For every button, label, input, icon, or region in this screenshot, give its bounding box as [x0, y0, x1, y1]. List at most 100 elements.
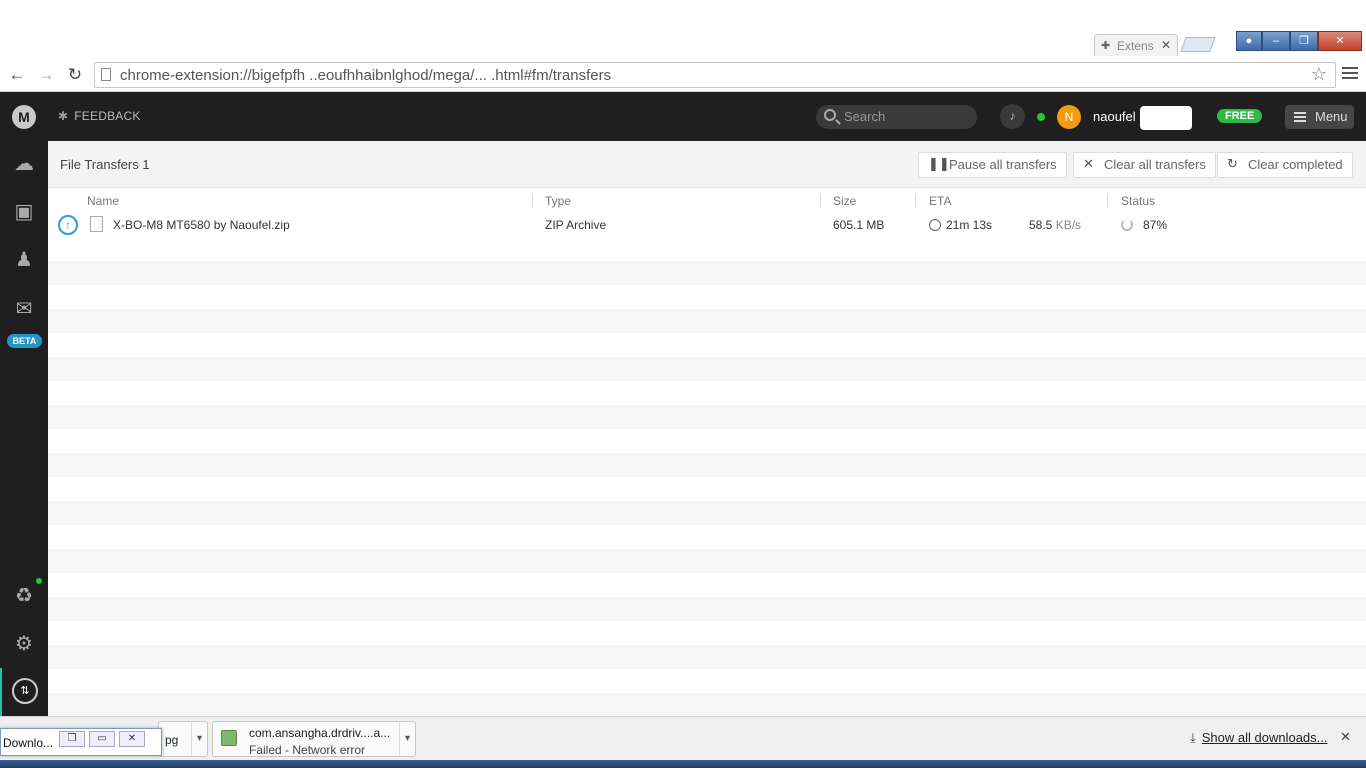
show-all-downloads-link[interactable]: ⤓ Show all downloads... — [1190, 730, 1328, 746]
transfer-list: ↑ X-BO-M8 MT6580 by Naoufel.zip ZIP Arch… — [48, 213, 1366, 717]
chat-icon[interactable]: ✉ — [0, 289, 48, 329]
file-size: 605.1 MB — [833, 218, 885, 232]
column-status[interactable]: Status — [1121, 194, 1155, 208]
clear-all-label: Clear all transfers — [1104, 157, 1206, 172]
close-icon[interactable]: ✕ — [119, 731, 145, 747]
status-value: 87% — [1143, 218, 1168, 232]
contacts-icon[interactable]: ♟ — [0, 240, 48, 280]
bug-icon: ✱ — [58, 109, 69, 123]
status-cell: 87% — [1121, 218, 1167, 232]
new-tab-button[interactable] — [1180, 37, 1216, 52]
file-type: ZIP Archive — [545, 218, 607, 232]
clear-completed-label: Clear completed — [1248, 157, 1343, 172]
chevron-down-icon[interactable]: ▾ — [399, 722, 415, 756]
url-text: chrome-extension://bigefpfh ..eoufhhaibn… — [120, 67, 612, 84]
transfers-icon: ⇅ — [12, 678, 38, 704]
browser-toolbar: ← → ↻ chrome-extension://bigefpfh ..eouf… — [0, 58, 1366, 92]
empty-row — [48, 405, 1366, 429]
app-topbar: M ✱ FEEDBACK Search ♪ N naoufel FREE Menu — [0, 92, 1366, 141]
zip-file-icon — [90, 216, 103, 232]
minimize-button[interactable]: – — [1262, 31, 1290, 51]
avatar[interactable]: N — [1057, 105, 1081, 129]
clear-all-button[interactable]: ✕ Clear all transfers — [1073, 152, 1216, 178]
close-icon: ✕ — [1083, 156, 1094, 171]
search-icon — [824, 109, 836, 121]
puzzle-icon: ✚ — [1101, 40, 1111, 52]
file-name: X-BO-M8 MT6580 by Naoufel.zip — [113, 218, 290, 232]
speed-value: 58.5 — [1029, 218, 1053, 232]
empty-row — [48, 669, 1366, 693]
forward-icon[interactable]: → — [35, 64, 57, 86]
empty-row — [48, 573, 1366, 597]
pause-all-label: Pause all transfers — [949, 157, 1057, 172]
minimized-window-popup[interactable]: Downlo... ❐ ▭ ✕ — [0, 728, 162, 756]
left-sidebar: ☁ ▣ ♟ ✉ BETA ♻ ⚙ ⇅ — [0, 141, 48, 716]
empty-row — [48, 429, 1366, 453]
window-controls: ● – ❐ ✕ — [1236, 31, 1362, 53]
download-item-partial[interactable]: pg ▾ — [158, 721, 208, 757]
shared-folders-icon[interactable]: ▣ — [0, 192, 48, 232]
download-icon: ⤓ — [1190, 730, 1196, 745]
clear-completed-button[interactable]: ↻ Clear completed — [1217, 152, 1353, 178]
settings-gear-icon[interactable]: ⚙ — [0, 624, 48, 664]
empty-row — [48, 357, 1366, 381]
browser-menu-icon[interactable] — [1340, 64, 1360, 84]
empty-row — [48, 453, 1366, 477]
reload-icon[interactable]: ↻ — [64, 64, 86, 86]
feedback-label: FEEDBACK — [74, 109, 141, 123]
restore-icon[interactable]: ❐ — [59, 731, 85, 747]
menu-button[interactable]: Menu — [1285, 105, 1354, 129]
empty-row — [48, 285, 1366, 309]
download-item[interactable]: com.ansangha.drdriv....a... Failed - Net… — [212, 721, 416, 757]
download-shelf: pg ▾ com.ansangha.drdriv....a... Failed … — [0, 716, 1366, 760]
page-title: File Transfers 1 — [60, 157, 150, 172]
maximize-button[interactable]: ❐ — [1290, 31, 1318, 51]
close-window-button[interactable]: ✕ — [1318, 31, 1362, 51]
tab-title: Extens — [1117, 39, 1154, 53]
chevron-down-icon[interactable]: ▾ — [191, 722, 207, 756]
user-icon[interactable]: ● — [1236, 31, 1262, 51]
empty-row — [48, 333, 1366, 357]
beta-badge: BETA — [7, 334, 42, 348]
refresh-icon: ↻ — [1227, 156, 1238, 171]
empty-row — [48, 621, 1366, 645]
pause-all-button[interactable]: ❚❚ Pause all transfers — [918, 152, 1067, 178]
mega-logo-icon[interactable]: M — [12, 105, 36, 129]
popup-title: Downlo... — [3, 736, 54, 750]
maximize-icon[interactable]: ▭ — [89, 731, 115, 747]
tab-close-icon[interactable]: ✕ — [1161, 38, 1171, 52]
speed-unit: KB/s — [1055, 218, 1082, 232]
table-row[interactable]: ↑ X-BO-M8 MT6580 by Naoufel.zip ZIP Arch… — [48, 213, 1366, 237]
search-input[interactable]: Search — [816, 105, 977, 129]
empty-row — [48, 237, 1366, 261]
transfers-nav-item[interactable]: ⇅ — [0, 668, 48, 716]
popup-controls: ❐ ▭ ✕ — [59, 731, 145, 747]
back-icon[interactable]: ← — [6, 64, 28, 86]
feedback-button[interactable]: ✱ FEEDBACK — [58, 109, 141, 123]
bookmark-star-icon[interactable]: ☆ — [1311, 64, 1327, 85]
transfers-panel: File Transfers 1 ❚❚ Pause all transfers ✕… — [48, 141, 1366, 717]
column-size[interactable]: Size — [833, 194, 856, 208]
empty-row — [48, 549, 1366, 573]
menu-label: Menu — [1315, 109, 1348, 124]
bell-icon[interactable]: ♪ — [1000, 104, 1025, 129]
progress-spinner-icon — [1121, 219, 1133, 231]
browser-tab[interactable]: ✚ Extens ✕ — [1094, 34, 1178, 56]
empty-row — [48, 309, 1366, 333]
column-eta[interactable]: ETA — [929, 194, 951, 208]
column-name[interactable]: Name — [87, 194, 119, 208]
shelf-close-icon[interactable]: ✕ — [1340, 729, 1351, 745]
os-taskbar — [0, 760, 1366, 768]
address-bar[interactable]: chrome-extension://bigefpfh ..eoufhhaibn… — [94, 62, 1336, 88]
empty-row — [48, 501, 1366, 525]
menu-icon — [1294, 112, 1306, 124]
browser-titlebar: ✚ Extens ✕ ● – ❐ ✕ — [0, 0, 1366, 58]
speed-cell: 58.5 KB/s — [1029, 218, 1081, 232]
empty-row — [48, 597, 1366, 621]
username[interactable]: naoufel — [1093, 109, 1136, 124]
eta-value: 21m 13s — [946, 218, 993, 232]
page-icon — [101, 68, 111, 81]
plan-badge[interactable]: FREE — [1217, 109, 1263, 123]
column-type[interactable]: Type — [545, 194, 571, 208]
cloud-drive-icon[interactable]: ☁ — [0, 144, 48, 184]
